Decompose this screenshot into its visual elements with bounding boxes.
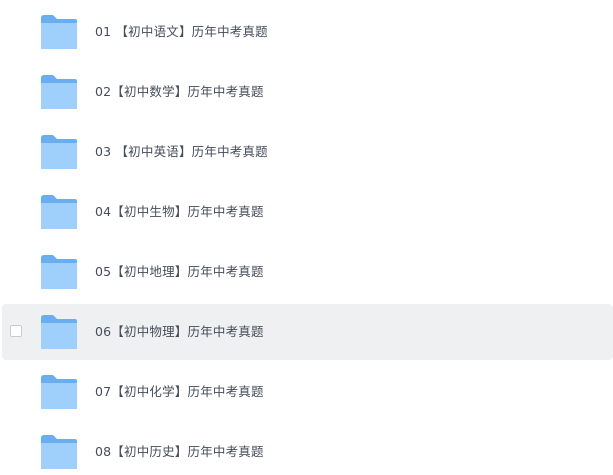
folder-icon — [40, 374, 78, 410]
folder-icon — [40, 314, 78, 350]
file-list: 01 【初中语文】历年中考真题 02【初中数学】历年中考真题 03 【初中英语】… — [0, 0, 613, 475]
folder-name[interactable]: 04【初中生物】历年中考真题 — [95, 184, 264, 240]
folder-row[interactable]: 08【初中历史】历年中考真题 — [2, 424, 613, 475]
folder-icon — [40, 194, 78, 230]
folder-name[interactable]: 03 【初中英语】历年中考真题 — [95, 124, 268, 180]
folder-name[interactable]: 07【初中化学】历年中考真题 — [95, 364, 264, 420]
folder-icon — [40, 74, 78, 110]
row-checkbox[interactable] — [10, 325, 22, 337]
folder-icon — [40, 14, 78, 50]
folder-row[interactable]: 05【初中地理】历年中考真题 — [2, 244, 613, 300]
folder-name[interactable]: 08【初中历史】历年中考真题 — [95, 424, 264, 475]
folder-row[interactable]: 01 【初中语文】历年中考真题 — [2, 4, 613, 60]
folder-name[interactable]: 05【初中地理】历年中考真题 — [95, 244, 264, 300]
folder-icon — [40, 134, 78, 170]
folder-row-selected[interactable]: 06【初中物理】历年中考真题 — [2, 304, 613, 360]
folder-icon — [40, 434, 78, 470]
folder-row[interactable]: 07【初中化学】历年中考真题 — [2, 364, 613, 420]
folder-row[interactable]: 04【初中生物】历年中考真题 — [2, 184, 613, 240]
folder-name[interactable]: 01 【初中语文】历年中考真题 — [95, 4, 268, 60]
folder-row[interactable]: 02【初中数学】历年中考真题 — [2, 64, 613, 120]
folder-row[interactable]: 03 【初中英语】历年中考真题 — [2, 124, 613, 180]
folder-name[interactable]: 02【初中数学】历年中考真题 — [95, 64, 264, 120]
folder-name[interactable]: 06【初中物理】历年中考真题 — [95, 304, 264, 360]
folder-icon — [40, 254, 78, 290]
